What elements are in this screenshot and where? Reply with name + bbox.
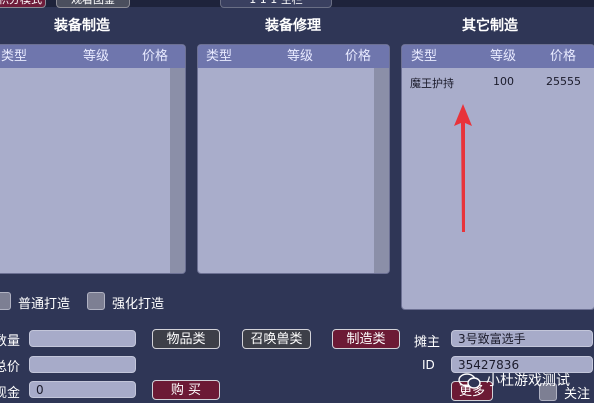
make-category-button[interactable]: 制造类 xyxy=(332,329,400,349)
col-price[interactable]: 价格 xyxy=(345,45,371,68)
mode-button[interactable]: 积分模式 xyxy=(0,0,46,8)
owner-label: 摊主 xyxy=(414,335,441,350)
col-price[interactable]: 价格 xyxy=(550,45,576,68)
equip-repair-title: 装备修理 xyxy=(265,18,321,34)
cash-label: 现金 xyxy=(0,386,21,401)
total-field xyxy=(29,356,136,373)
id-label: ID xyxy=(422,358,435,372)
list-header: 类型 等级 价格 xyxy=(0,45,185,68)
normal-make-label: 普通打造 xyxy=(18,297,71,312)
owner-field: 3号致富选手 xyxy=(451,330,593,347)
strong-make-checkbox[interactable] xyxy=(87,292,105,310)
col-level[interactable]: 等级 xyxy=(287,45,313,68)
cash-field: 0 xyxy=(29,381,136,398)
stall-title-tab: 1 1 1 空栏 xyxy=(220,0,332,8)
scrollbar[interactable] xyxy=(374,68,389,273)
col-level[interactable]: 等级 xyxy=(490,45,516,68)
strong-make-label: 强化打造 xyxy=(112,297,165,312)
col-type[interactable]: 类型 xyxy=(1,45,27,68)
list-header: 类型 等级 价格 xyxy=(198,45,389,68)
col-level[interactable]: 等级 xyxy=(83,45,109,68)
other-make-list[interactable]: 类型 等级 价格 魔王护持 100 25555 xyxy=(401,44,594,310)
total-label: 总价 xyxy=(0,360,21,375)
qty-label: 数量 xyxy=(0,334,21,349)
col-price[interactable]: 价格 xyxy=(142,45,168,68)
equip-repair-list[interactable]: 类型 等级 价格 xyxy=(197,44,390,274)
item-type: 魔王护持 xyxy=(410,77,454,90)
list-header: 类型 等级 价格 xyxy=(402,45,594,68)
item-level: 100 xyxy=(493,75,514,88)
col-type[interactable]: 类型 xyxy=(411,45,437,68)
other-make-title: 其它制造 xyxy=(462,18,518,34)
arrow-annotation xyxy=(454,104,472,232)
scrollbar[interactable] xyxy=(170,68,185,273)
items-category-button[interactable]: 物品类 xyxy=(152,329,220,349)
buy-button[interactable]: 购 买 xyxy=(152,380,220,400)
view-catalog-button[interactable]: 观看图鉴 xyxy=(56,0,130,8)
qty-input[interactable] xyxy=(29,330,136,347)
watermark-text: 小杜游戏测试 xyxy=(486,373,570,389)
col-type[interactable]: 类型 xyxy=(206,45,232,68)
normal-make-checkbox[interactable] xyxy=(0,292,11,310)
wechat-icon xyxy=(458,373,481,389)
equip-make-title: 装备制造 xyxy=(54,18,110,34)
equip-make-list[interactable]: 类型 等级 价格 xyxy=(0,44,186,274)
list-item[interactable]: 魔王护持 100 25555 xyxy=(402,73,581,91)
summon-category-button[interactable]: 召唤兽类 xyxy=(242,329,311,349)
item-price: 25555 xyxy=(546,75,581,88)
